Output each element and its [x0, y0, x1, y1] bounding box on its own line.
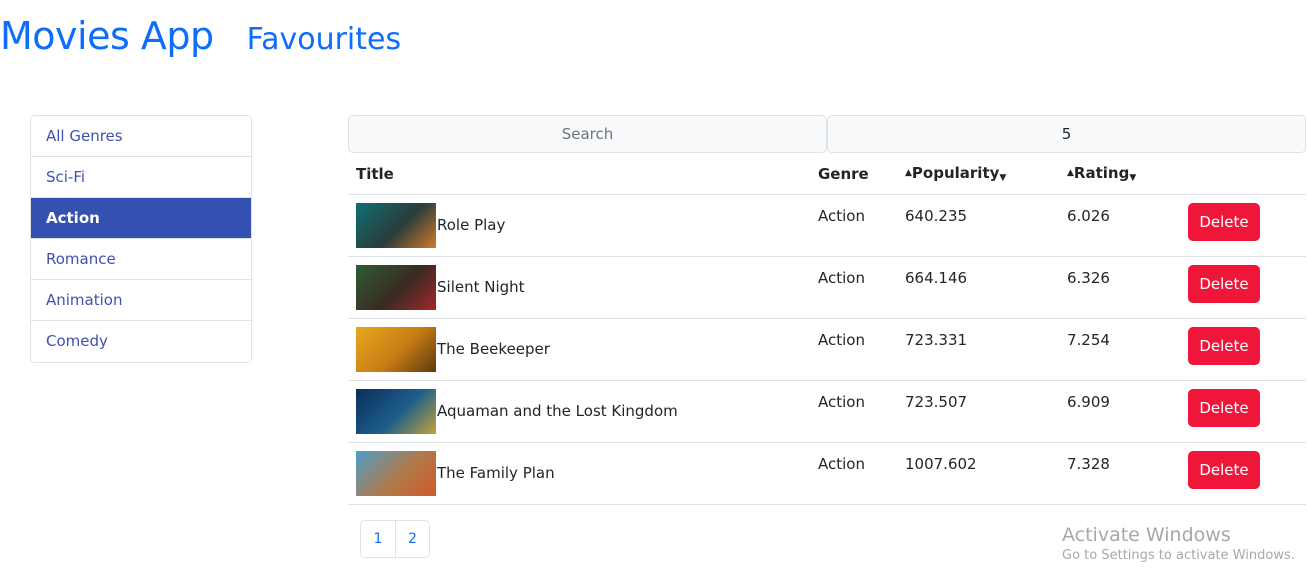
movie-title: The Family Plan	[437, 464, 555, 482]
actions-cell: Delete	[1180, 380, 1306, 443]
rating-cell: 7.254	[1059, 318, 1180, 381]
title-cell: Role Play	[348, 194, 810, 257]
rating-cell: 6.909	[1059, 380, 1180, 443]
column-header-popularity[interactable]: ▲Popularity▼	[897, 154, 1059, 195]
delete-button[interactable]: Delete	[1188, 202, 1260, 241]
movies-table: Title Genre ▲Popularity▼ ▲Rating▼ Role P…	[348, 154, 1306, 505]
column-header-rating-label: Rating	[1073, 164, 1130, 183]
genre-item-all-genres[interactable]: All Genres	[31, 116, 251, 157]
delete-button[interactable]: Delete	[1188, 450, 1260, 489]
popularity-cell: 723.331	[897, 318, 1059, 381]
caret-up-icon[interactable]: ▲	[1067, 168, 1074, 178]
column-header-genre: Genre	[810, 154, 897, 195]
table-header-row: Title Genre ▲Popularity▼ ▲Rating▼	[348, 154, 1306, 195]
genre-cell: Action	[810, 380, 897, 443]
page-link-1[interactable]: 1	[361, 521, 395, 557]
genre-cell: Action	[810, 318, 897, 381]
favourites-link[interactable]: Favourites	[247, 22, 402, 57]
delete-button[interactable]: Delete	[1188, 326, 1260, 365]
title-cell: Silent Night	[348, 256, 810, 319]
table-row: Aquaman and the Lost Kingdom Action 723.…	[348, 380, 1306, 443]
actions-cell: Delete	[1180, 318, 1306, 381]
genre-item-comedy[interactable]: Comedy	[31, 321, 251, 362]
actions-cell: Delete	[1180, 256, 1306, 319]
movie-title: Role Play	[437, 216, 506, 234]
column-header-title: Title	[348, 154, 810, 195]
search-input[interactable]	[348, 115, 827, 153]
genre-item-romance[interactable]: Romance	[31, 239, 251, 280]
delete-button[interactable]: Delete	[1188, 388, 1260, 427]
table-row: The Family Plan Action 1007.602 7.328 De…	[348, 442, 1306, 505]
delete-button[interactable]: Delete	[1188, 264, 1260, 303]
caret-down-icon[interactable]: ▼	[1129, 173, 1136, 183]
watermark-subtitle: Go to Settings to activate Windows.	[1062, 548, 1295, 563]
rating-cell: 6.326	[1059, 256, 1180, 319]
caret-down-icon[interactable]: ▼	[999, 173, 1006, 183]
table-row: Silent Night Action 664.146 6.326 Delete	[348, 256, 1306, 319]
genre-item-sci-fi[interactable]: Sci-Fi	[31, 157, 251, 198]
column-header-actions	[1180, 154, 1306, 195]
column-header-popularity-label: Popularity	[911, 164, 1000, 183]
popularity-cell: 664.146	[897, 256, 1059, 319]
table-row: The Beekeeper Action 723.331 7.254 Delet…	[348, 318, 1306, 381]
brand-link[interactable]: Movies App	[0, 14, 214, 58]
movie-poster-image	[356, 388, 436, 434]
title-cell: The Family Plan	[348, 442, 810, 505]
page-link-2[interactable]: 2	[395, 521, 429, 557]
popularity-cell: 723.507	[897, 380, 1059, 443]
genre-cell: Action	[810, 256, 897, 319]
popularity-cell: 640.235	[897, 194, 1059, 257]
rating-cell: 6.026	[1059, 194, 1180, 257]
rating-cell: 7.328	[1059, 442, 1180, 505]
app-header: Movies App Favourites	[0, 14, 401, 58]
actions-cell: Delete	[1180, 442, 1306, 505]
caret-up-icon[interactable]: ▲	[905, 168, 912, 178]
movie-poster-image	[356, 326, 436, 372]
search-row	[348, 115, 1306, 153]
movie-poster-image	[356, 202, 436, 248]
title-cell: Aquaman and the Lost Kingdom	[348, 380, 810, 443]
movie-title: Silent Night	[437, 278, 525, 296]
movie-title: The Beekeeper	[437, 340, 550, 358]
watermark-title: Activate Windows	[1062, 524, 1231, 546]
genre-item-animation[interactable]: Animation	[31, 280, 251, 321]
activate-windows-watermark: Activate Windows Go to Settings to activ…	[1062, 524, 1295, 563]
popularity-cell: 1007.602	[897, 442, 1059, 505]
movie-poster-image	[356, 264, 436, 310]
table-row: Role Play Action 640.235 6.026 Delete	[348, 194, 1306, 257]
movie-title: Aquaman and the Lost Kingdom	[437, 402, 678, 420]
genre-list: All Genres Sci-Fi Action Romance Animati…	[30, 115, 252, 363]
genre-cell: Action	[810, 442, 897, 505]
pagination: 1 2	[360, 520, 430, 558]
genre-item-action[interactable]: Action	[31, 198, 251, 239]
movie-poster-image	[356, 450, 436, 496]
genre-cell: Action	[810, 194, 897, 257]
actions-cell: Delete	[1180, 194, 1306, 257]
count-input[interactable]	[827, 115, 1306, 153]
title-cell: The Beekeeper	[348, 318, 810, 381]
column-header-rating[interactable]: ▲Rating▼	[1059, 154, 1180, 195]
